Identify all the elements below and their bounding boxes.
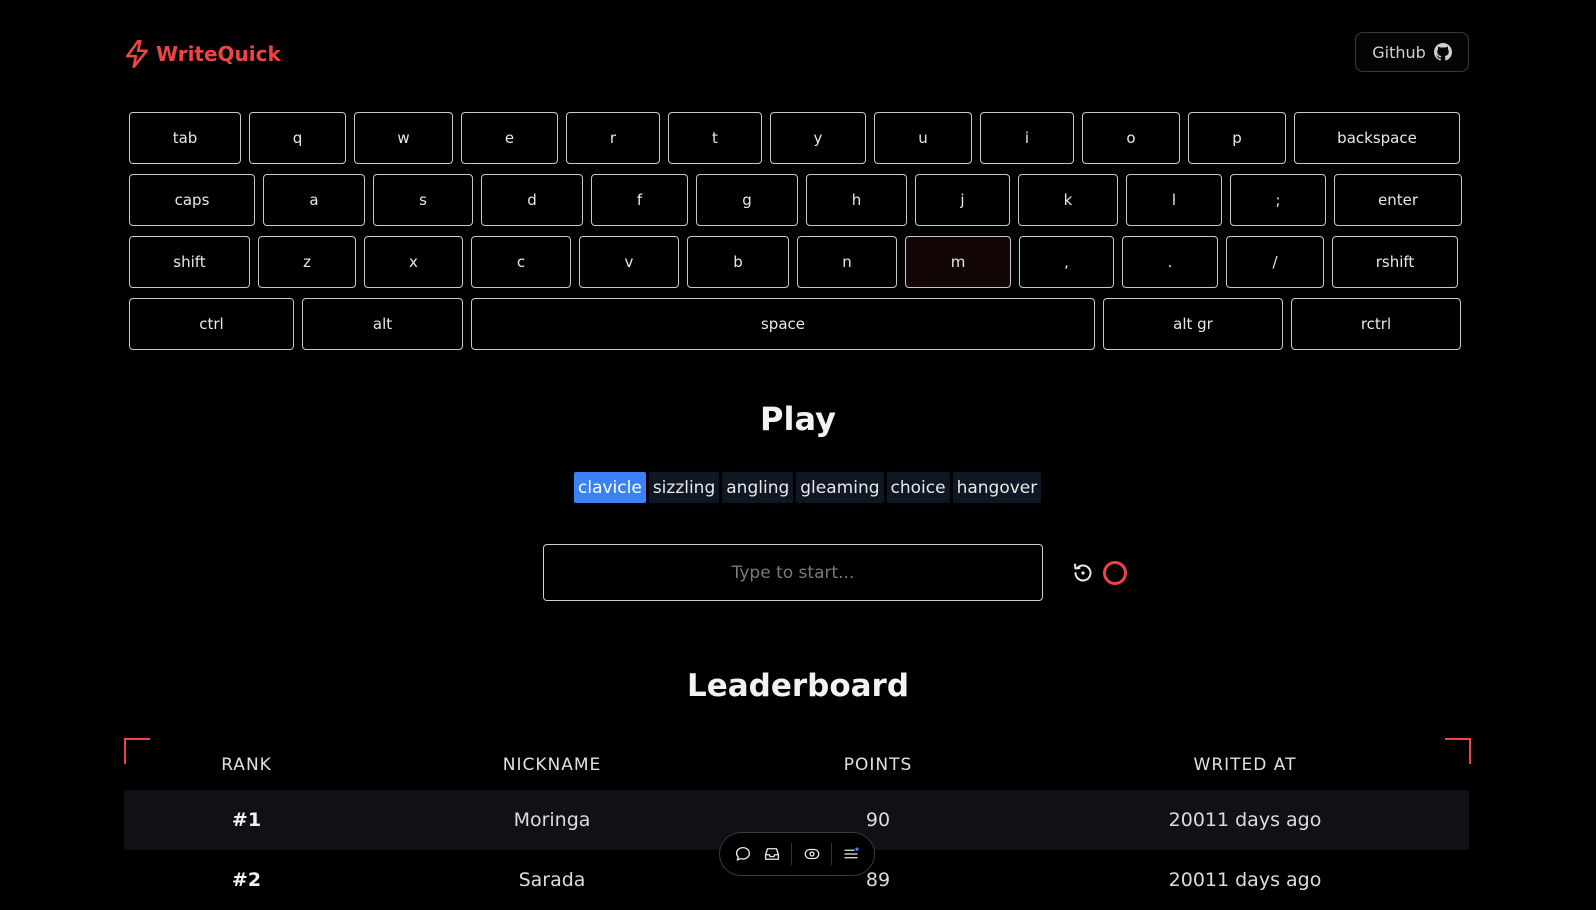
key-q[interactable]: q xyxy=(249,112,346,164)
key-j[interactable]: j xyxy=(915,174,1010,226)
record-indicator-icon[interactable] xyxy=(1103,561,1127,585)
key-c[interactable]: c xyxy=(471,236,571,288)
scrollbar-track[interactable] xyxy=(1568,0,1596,898)
key-x[interactable]: x xyxy=(364,236,463,288)
column-writed-at: WRITED AT xyxy=(1193,755,1297,775)
key-rshift[interactable]: rshift xyxy=(1332,236,1458,288)
nickname-cell: Sarada xyxy=(518,869,586,891)
word: gleaming xyxy=(796,472,884,503)
github-button[interactable]: Github xyxy=(1355,32,1469,72)
key-slash[interactable]: / xyxy=(1226,236,1324,288)
github-label: Github xyxy=(1372,42,1426,62)
key-semicolon[interactable]: ; xyxy=(1230,174,1326,226)
key-r[interactable]: r xyxy=(566,112,660,164)
floating-toolbar xyxy=(719,832,875,876)
lightning-bolt-icon xyxy=(126,40,148,68)
brand-name: WriteQuick xyxy=(156,42,281,66)
key-l[interactable]: l xyxy=(1126,174,1222,226)
header: WriteQuick Github xyxy=(124,32,1469,76)
keyboard-row-2: caps a s d f g h j k l ; enter xyxy=(129,174,1462,226)
key-comma[interactable]: , xyxy=(1019,236,1114,288)
leaderboard-title: Leaderboard xyxy=(686,668,910,704)
menu-icon[interactable] xyxy=(841,844,861,864)
key-enter[interactable]: enter xyxy=(1334,174,1462,226)
key-o[interactable]: o xyxy=(1082,112,1180,164)
nickname-cell: Moringa xyxy=(513,809,591,831)
key-g[interactable]: g xyxy=(696,174,798,226)
play-title: Play xyxy=(760,400,836,438)
keyboard-row-1: tab q w e r t y u i o p backspace xyxy=(129,112,1460,164)
key-s[interactable]: s xyxy=(373,174,473,226)
key-tab[interactable]: tab xyxy=(129,112,241,164)
word: angling xyxy=(722,472,794,503)
key-e[interactable]: e xyxy=(461,112,558,164)
key-shift[interactable]: shift xyxy=(129,236,250,288)
key-h[interactable]: h xyxy=(806,174,907,226)
table-header: RANK NICKNAME POINTS WRITED AT xyxy=(124,740,1469,790)
key-v[interactable]: v xyxy=(579,236,679,288)
key-z[interactable]: z xyxy=(258,236,356,288)
key-k[interactable]: k xyxy=(1018,174,1118,226)
column-points: POINTS xyxy=(843,755,913,775)
key-backspace[interactable]: backspace xyxy=(1294,112,1460,164)
key-period[interactable]: . xyxy=(1122,236,1218,288)
typing-input[interactable] xyxy=(543,544,1043,601)
rank-cell: #2 xyxy=(231,869,262,891)
toolbar-divider xyxy=(830,843,832,865)
key-alt-gr[interactable]: alt gr xyxy=(1103,298,1283,350)
key-space[interactable]: space xyxy=(471,298,1095,350)
toolbar-divider xyxy=(791,843,793,865)
key-w[interactable]: w xyxy=(354,112,453,164)
key-f[interactable]: f xyxy=(591,174,688,226)
logo[interactable]: WriteQuick xyxy=(124,40,281,68)
key-caps[interactable]: caps xyxy=(129,174,255,226)
key-m[interactable]: m xyxy=(905,236,1011,288)
rank-cell: #1 xyxy=(231,809,262,831)
word-list: clavicle sizzling angling gleaming choic… xyxy=(574,472,1042,503)
key-rctrl[interactable]: rctrl xyxy=(1291,298,1461,350)
github-icon xyxy=(1433,43,1452,61)
word-current: clavicle xyxy=(574,472,646,503)
reset-icon[interactable] xyxy=(1071,561,1095,585)
column-rank: RANK xyxy=(221,755,272,775)
key-ctrl[interactable]: ctrl xyxy=(129,298,294,350)
writed-at-cell: 20011 days ago xyxy=(1168,809,1322,831)
leaderboard-table: RANK NICKNAME POINTS WRITED AT #1 Moring… xyxy=(124,740,1469,910)
key-d[interactable]: d xyxy=(481,174,583,226)
chat-bubble-icon[interactable] xyxy=(733,844,753,864)
key-a[interactable]: a xyxy=(263,174,365,226)
keyboard-row-3: shift z x c v b n m , . / rshift xyxy=(129,236,1458,288)
key-t[interactable]: t xyxy=(668,112,762,164)
eye-icon[interactable] xyxy=(802,844,822,864)
key-alt[interactable]: alt xyxy=(302,298,463,350)
word: sizzling xyxy=(648,472,720,503)
key-y[interactable]: y xyxy=(770,112,866,164)
inbox-icon[interactable] xyxy=(762,844,782,864)
writed-at-cell: 20011 days ago xyxy=(1168,869,1322,891)
key-n[interactable]: n xyxy=(797,236,897,288)
key-b[interactable]: b xyxy=(687,236,789,288)
word: choice xyxy=(886,472,950,503)
keyboard-row-4: ctrl alt space alt gr rctrl xyxy=(129,298,1461,350)
key-p[interactable]: p xyxy=(1188,112,1286,164)
points-cell: 90 xyxy=(865,809,891,831)
column-nickname: NICKNAME xyxy=(502,755,602,775)
key-u[interactable]: u xyxy=(874,112,972,164)
word: hangover xyxy=(952,472,1042,503)
key-i[interactable]: i xyxy=(980,112,1074,164)
